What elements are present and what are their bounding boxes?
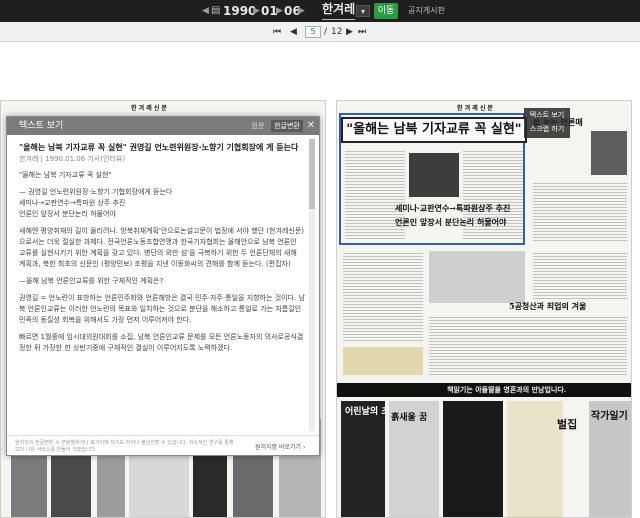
original-author-link[interactable]: 원저자명 바로가기 › — [255, 442, 305, 451]
next-year-icon[interactable]: ▶ — [253, 0, 260, 22]
panel-scrollbar[interactable] — [309, 139, 315, 431]
total-pages: 12 — [331, 27, 343, 37]
scrap-menu-item[interactable]: 스크랩 하기 — [524, 122, 570, 136]
prev-year-icon[interactable]: ◀ — [202, 0, 209, 22]
article-meta: 한겨레 | 1990.01.06 기사(인터뷰) — [19, 155, 126, 163]
main-headline: "올해는 남북 기자교류 꼭 실현" — [341, 117, 527, 143]
mid-headline: 5공청산과 죄업의 겨울 — [509, 301, 587, 311]
article-photo — [409, 153, 459, 197]
ad-panel — [507, 401, 563, 517]
text-column — [429, 315, 627, 375]
year-selector[interactable]: 1990 — [223, 0, 256, 22]
article-paragraph: —올해 남북 언론인교류를 위한 구체적인 계획은? — [19, 277, 164, 285]
subhead-2: 언론인 앞장서 분단논리 허물어야 — [395, 217, 507, 227]
article-paragraph: 빠르면 1월중에 임시대의원대회를 소집, 남북 언론인교류 문제를 모든 언론… — [19, 333, 304, 352]
first-page-icon[interactable]: ⏮ — [273, 22, 281, 42]
article-context-menu: 텍스트 보기 스크랩 하기 — [524, 108, 570, 138]
article-paragraph: 언론인 앞장서 분단논리 허물어야 — [19, 210, 116, 218]
newspaper-viewer[interactable]: 한 겨 레 신 문 한 겨 레 신 문 "올해는 남북 기자교류 꼭 실현" 세… — [0, 42, 640, 518]
article-paragraph: — 권영길 언노련위원장·노향기 기협회장에게 듣는다 — [19, 188, 173, 196]
text-view-panel: 텍스트 보기 원문 한글변환 ✕ "올해는 남북 기자교류 꼭 실현" 권영길 … — [6, 116, 320, 456]
footer-notice: 원저자의 한글변환 시 무분별하거나 표기이해 되기도 하거나 불완전할 수 있… — [15, 440, 234, 453]
text-view-menu-item[interactable]: 텍스트 보기 — [524, 108, 570, 122]
newspaper-selector[interactable]: 한겨레 — [322, 0, 356, 20]
ad-panel — [341, 401, 385, 517]
article-paragraph: 새해엔 평양취재의 길이 몰리려나. 방북취재계획'안으로논설고문이 법정에 서… — [19, 227, 305, 268]
chevron-down-icon[interactable]: ▾ — [356, 5, 370, 17]
close-icon[interactable]: ✕ — [305, 120, 317, 132]
ad-title-4: 작가일기 — [591, 411, 628, 422]
illustration — [429, 251, 525, 303]
page-navigator: ⏮ ◀ 5 / 12 ▶ ⏭ — [0, 22, 640, 42]
next-month-icon[interactable]: ▶ — [276, 0, 283, 22]
prev-page-icon[interactable]: ◀ — [290, 22, 297, 42]
article-paragraph: 권영길 = 언노련이 표방하는 언론민주화와 언론해방은 결국 민주·자주·통일… — [19, 294, 305, 324]
portrait-photo — [591, 131, 627, 175]
page-separator: / — [324, 27, 328, 37]
newspaper-page-right[interactable]: 한 겨 레 신 문 "올해는 남북 기자교류 꼭 실현" 세미나·교판연수→특파… — [336, 100, 632, 518]
text-column — [533, 181, 627, 241]
panel-titlebar: 텍스트 보기 원문 한글변환 ✕ — [7, 117, 319, 135]
subhead-1: 세미나·교판연수→특파원상주 추진 — [395, 203, 511, 213]
notice-board-link[interactable]: 공지게시판 — [408, 0, 445, 22]
article-title: "올해는 남북 기자교류 꼭 실현" 권영길 언노련위원장·노향기 기협회장에 … — [19, 143, 299, 152]
last-page-icon[interactable]: ⏭ — [358, 22, 366, 42]
ad-title-2: 흙새울 꿈 — [391, 413, 428, 423]
article-paragraph: "올해는 남북 기자교류 꼭 실현" — [19, 171, 112, 179]
bottom-headline: 책읽기는 아들딸을 영혼과의 만남입니다. — [447, 385, 567, 394]
article-text-body[interactable]: "올해는 남북 기자교류 꼭 실현" 권영길 언노련위원장·노향기 기협회장에 … — [19, 143, 305, 427]
panel-title: 텍스트 보기 — [19, 121, 64, 131]
top-toolbar: ◀ ▤ 1990 ▶ 01 ▶ 06 ▶ 한겨레 ▾ 이동 공지게시판 — [0, 0, 640, 22]
article-paragraph: 세미나→교판연수→특파원 상주 추진 — [19, 199, 126, 207]
panel-footer: 원저자의 한글변환 시 무분별하거나 표기이해 되기도 하거나 불완전할 수 있… — [7, 435, 319, 455]
ad-banner — [343, 347, 423, 375]
current-page-input[interactable]: 5 — [305, 26, 321, 38]
text-column — [533, 251, 627, 299]
calendar-icon[interactable]: ▤ — [211, 0, 220, 22]
original-text-button[interactable]: 원문 — [247, 120, 269, 132]
next-page-icon[interactable]: ▶ — [346, 22, 353, 42]
masthead-left: 한 겨 레 신 문 — [131, 105, 167, 112]
scrollbar-thumb[interactable] — [309, 139, 315, 209]
masthead-right: 한 겨 레 신 문 — [457, 105, 493, 112]
ad-panel — [443, 401, 503, 517]
text-column — [343, 251, 423, 341]
next-day-icon[interactable]: ▶ — [298, 0, 305, 22]
ad-title-3: 벌집 — [557, 418, 578, 431]
hangul-convert-button[interactable]: 한글변환 — [271, 120, 303, 132]
move-button[interactable]: 이동 — [374, 3, 398, 19]
